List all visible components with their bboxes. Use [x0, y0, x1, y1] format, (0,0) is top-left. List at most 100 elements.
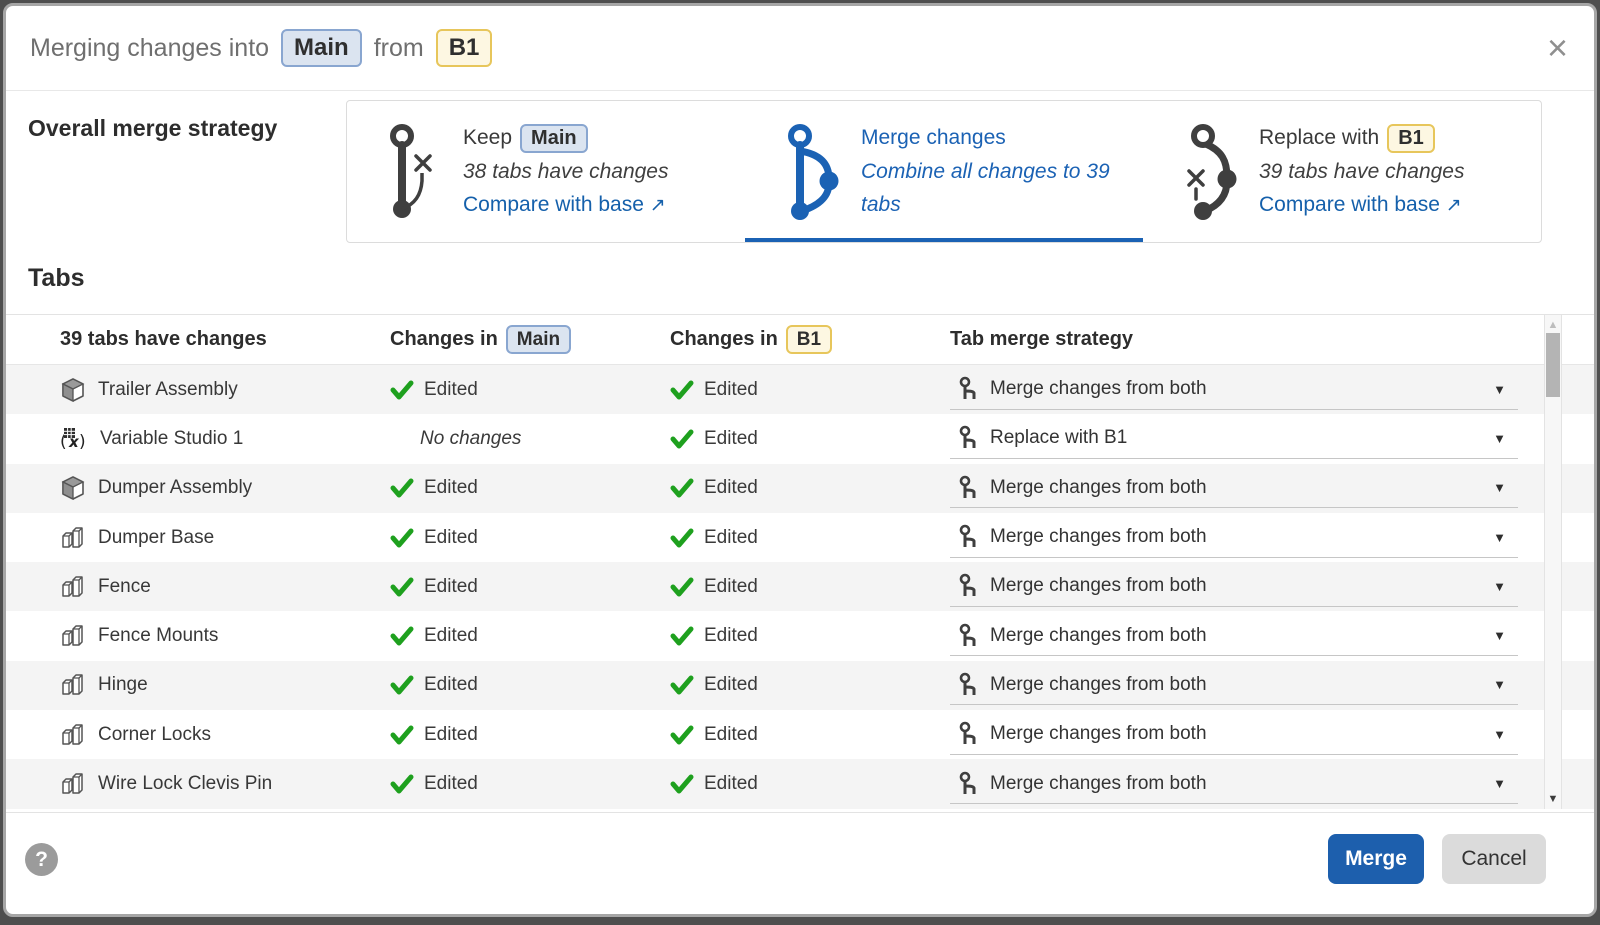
tab-merge-strategy-dropdown[interactable]: Merge changes from both▼: [950, 370, 1518, 410]
tab-strategy-cell: Merge changes from both▼: [950, 518, 1518, 558]
scrollbar-thumb[interactable]: [1546, 333, 1560, 397]
tab-strategy-cell: Replace with B1▼: [950, 419, 1518, 459]
status-label: No changes: [420, 428, 521, 450]
merge-dialog: Merging changes into Main from B1 × Over…: [3, 3, 1597, 917]
dropdown-selected-value: Merge changes from both: [990, 575, 1483, 597]
dropdown-selected-value: Merge changes from both: [990, 625, 1483, 647]
tab-name-label: Variable Studio 1: [100, 428, 243, 450]
changes-in-main-cell: Edited: [390, 379, 670, 401]
external-link-arrow-icon: ↗: [650, 195, 666, 216]
tab-strategy-cell: Merge changes from both▼: [950, 616, 1518, 656]
changes-in-b1-cell: Edited: [670, 674, 950, 696]
tab-name-cell: Corner Locks: [60, 722, 390, 748]
status-label: Edited: [704, 674, 758, 696]
dropdown-selected-value: Merge changes from both: [990, 773, 1483, 795]
changes-in-b1-cell: Edited: [670, 773, 950, 795]
edited-check-icon: [390, 576, 414, 598]
table-row: Fence Mounts Edited Edited Merge changes fr…: [6, 611, 1594, 660]
changes-in-main-cell: Edited: [390, 625, 670, 647]
col-header-tabs: 39 tabs have changes: [60, 328, 390, 351]
tab-name-label: Corner Locks: [98, 724, 211, 746]
status-label: Edited: [704, 477, 758, 499]
merge-branch-small-icon: [956, 524, 980, 550]
status-label: Edited: [424, 576, 478, 598]
help-icon[interactable]: ?: [25, 843, 58, 876]
table-row: Wire Lock Clevis PinEditedEditedMerge ch…: [6, 759, 1594, 808]
table-row: Corner LocksEditedEditedMerge changes fr…: [6, 710, 1594, 759]
edited-check-icon: [670, 773, 694, 795]
edited-check-icon: [390, 527, 414, 549]
dropdown-selected-value: Merge changes from both: [990, 378, 1483, 400]
col-header-changes-main: Changes inMain: [390, 325, 670, 355]
tab-name-label: Dumper Assembly: [98, 477, 252, 499]
part-studio-icon: [60, 623, 86, 649]
compare-with-base-link-replace[interactable]: Compare with base ↗: [1259, 188, 1465, 222]
variable-studio-icon: (x): [60, 426, 88, 452]
dialog-footer: ? Merge Cancel: [6, 812, 1594, 914]
strategy-keep-badge: Main: [520, 124, 588, 153]
close-icon[interactable]: ×: [1547, 30, 1568, 66]
merge-branch-small-icon: [956, 771, 980, 797]
status-label: Edited: [704, 625, 758, 647]
strategy-option-replace-b1[interactable]: Replace withB1 39 tabs have changes Comp…: [1143, 101, 1541, 242]
edited-check-icon: [670, 428, 694, 450]
edited-check-icon: [390, 379, 414, 401]
edited-check-icon: [670, 625, 694, 647]
strategy-replace-subtitle: 39 tabs have changes: [1259, 155, 1465, 189]
scrollbar-down-arrow-icon[interactable]: ▼: [1545, 791, 1561, 807]
merge-branch-small-icon: [956, 721, 980, 747]
status-label: Edited: [704, 428, 758, 450]
tab-strategy-cell: Merge changes from both▼: [950, 665, 1518, 705]
tab-merge-strategy-dropdown[interactable]: Merge changes from both ▼: [950, 764, 1518, 804]
changes-in-b1-cell: Edited: [670, 477, 950, 499]
dialog-title-conj: from: [374, 34, 424, 63]
changes-in-b1-cell: Edited: [670, 576, 950, 598]
selected-strategy-underline: [745, 238, 1143, 242]
table-row: Trailer Assembly Edited Edited Merge change…: [6, 365, 1594, 414]
vertical-scrollbar[interactable]: ▲ ▼: [1544, 315, 1562, 809]
tab-merge-strategy-dropdown[interactable]: Merge changes from both▼: [950, 518, 1518, 558]
status-label: Edited: [704, 379, 758, 401]
caret-down-icon: ▼: [1493, 579, 1506, 594]
changes-in-b1-cell: Edited: [670, 428, 950, 450]
cancel-button[interactable]: Cancel: [1442, 834, 1546, 884]
dropdown-selected-value: Merge changes from both: [990, 477, 1483, 499]
tab-strategy-cell: Merge changes from both ▼: [950, 567, 1518, 607]
tab-merge-strategy-dropdown[interactable]: Merge changes from both ▼: [950, 567, 1518, 607]
table-row: Dumper AssemblyEditedEditedMerge changes…: [6, 464, 1594, 513]
compare-with-base-link-keep[interactable]: Compare with base ↗: [463, 188, 669, 222]
tab-merge-strategy-dropdown[interactable]: Merge changes from both▼: [950, 665, 1518, 705]
merge-branch-small-icon: [956, 623, 980, 649]
scrollbar-up-arrow-icon[interactable]: ▲: [1545, 317, 1561, 333]
caret-down-icon: ▼: [1493, 776, 1506, 791]
col-header-strategy: Tab merge strategy: [950, 328, 1518, 351]
strategy-merge-subtitle: Combine all changes to 39 tabs: [861, 155, 1143, 222]
tab-name-cell: Trailer Assembly: [60, 377, 390, 403]
caret-down-icon: ▼: [1493, 727, 1506, 742]
edited-check-icon: [390, 674, 414, 696]
strategy-selector: KeepMain 38 tabs have changes Compare wi…: [346, 100, 1542, 243]
tab-name-cell: Fence Mounts: [60, 623, 390, 649]
strategy-keep-subtitle: 38 tabs have changes: [463, 155, 669, 189]
tab-merge-strategy-dropdown[interactable]: Merge changes from both▼: [950, 468, 1518, 508]
tab-name-cell: Dumper Base: [60, 525, 390, 551]
edited-check-icon: [390, 625, 414, 647]
main-badge: Main: [506, 325, 571, 355]
strategy-replace-badge: B1: [1387, 124, 1435, 153]
merge-button[interactable]: Merge: [1328, 834, 1424, 884]
dropdown-selected-value: Merge changes from both: [990, 674, 1483, 696]
part-studio-icon: [60, 672, 86, 698]
strategy-option-keep-main[interactable]: KeepMain 38 tabs have changes Compare wi…: [347, 101, 745, 242]
assembly-icon: [60, 377, 86, 403]
status-label: Edited: [424, 625, 478, 647]
edited-check-icon: [390, 773, 414, 795]
tab-name-label: Wire Lock Clevis Pin: [98, 773, 272, 795]
tab-merge-strategy-dropdown[interactable]: Merge changes from both▼: [950, 715, 1518, 755]
tabs-table: 39 tabs have changes Changes inMain Chan…: [6, 314, 1594, 808]
tab-merge-strategy-dropdown[interactable]: Merge changes from both▼: [950, 616, 1518, 656]
status-label: Edited: [424, 379, 478, 401]
strategy-option-merge-changes[interactable]: Merge changes Combine all changes to 39 …: [745, 101, 1143, 242]
tab-merge-strategy-dropdown[interactable]: Replace with B1▼: [950, 419, 1518, 459]
changes-in-main-cell: Edited: [390, 674, 670, 696]
assembly-icon: [60, 475, 86, 501]
